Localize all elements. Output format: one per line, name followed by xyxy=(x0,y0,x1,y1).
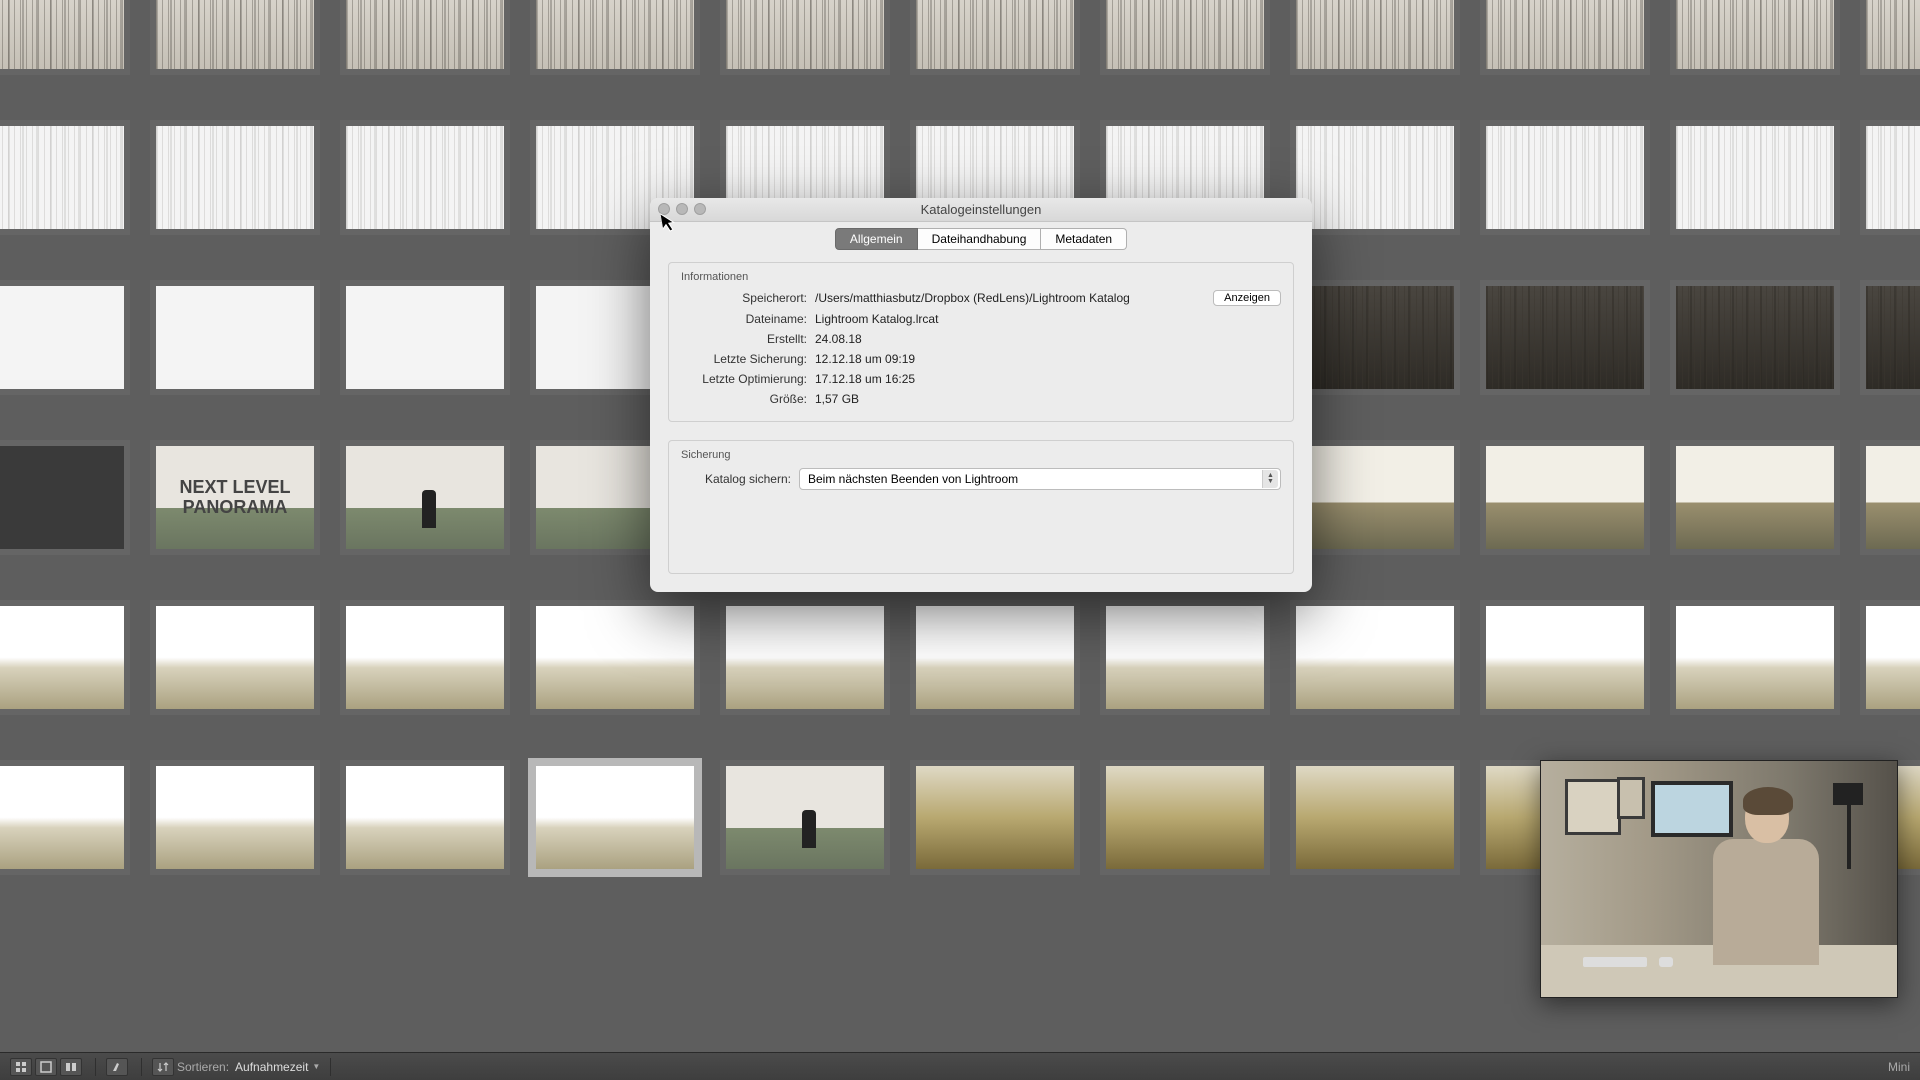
thumbnail[interactable] xyxy=(1670,0,1840,75)
sort-value: Aufnahmezeit xyxy=(235,1060,308,1074)
thumbnail[interactable] xyxy=(910,600,1080,715)
sort-label: Sortieren: xyxy=(177,1060,229,1074)
thumbnail[interactable] xyxy=(720,600,890,715)
thumbnail[interactable] xyxy=(0,0,130,75)
sort-dropdown[interactable]: Aufnahmezeit ▼ xyxy=(235,1060,320,1074)
thumbnail[interactable] xyxy=(1480,120,1650,235)
dialog-title: Katalogeinstellungen xyxy=(921,202,1042,217)
thumbnail[interactable] xyxy=(1670,280,1840,395)
thumbnail[interactable] xyxy=(720,760,890,875)
thumbnail[interactable] xyxy=(150,600,320,715)
thumbnail[interactable] xyxy=(340,440,510,555)
label-groesse: Größe: xyxy=(681,392,807,406)
thumb-text-line: PANORAMA xyxy=(183,498,288,518)
thumbnail[interactable] xyxy=(1670,600,1840,715)
value-groesse: 1,57 GB xyxy=(815,392,1281,406)
thumb-text-line: NEXT LEVEL xyxy=(179,478,290,498)
label-erstellt: Erstellt: xyxy=(681,332,807,346)
thumbnail[interactable] xyxy=(340,600,510,715)
tab-dateihandhabung[interactable]: Dateihandhabung xyxy=(918,228,1042,250)
thumbnail[interactable] xyxy=(340,0,510,75)
thumbnail[interactable] xyxy=(340,280,510,395)
thumbnail[interactable] xyxy=(150,760,320,875)
thumbnail[interactable] xyxy=(150,120,320,235)
thumbnail[interactable] xyxy=(530,600,700,715)
value-letzte-sicherung: 12.12.18 um 09:19 xyxy=(815,352,1281,366)
label-letzte-optimierung: Letzte Optimierung: xyxy=(681,372,807,386)
thumbnail[interactable] xyxy=(910,760,1080,875)
box-title: Sicherung xyxy=(669,449,1293,465)
thumbnail[interactable] xyxy=(1290,280,1460,395)
thumbnail[interactable] xyxy=(150,0,320,75)
thumbnail[interactable] xyxy=(1290,0,1460,75)
loupe-view-button[interactable] xyxy=(35,1058,57,1076)
thumbnail-selected[interactable] xyxy=(530,760,700,875)
chevron-up-down-icon: ▲▼ xyxy=(1262,470,1278,488)
thumbnail[interactable] xyxy=(910,0,1080,75)
box-title: Informationen xyxy=(669,271,1293,287)
chevron-down-icon: ▼ xyxy=(312,1062,320,1071)
information-box: Informationen Speicherort: /Users/matthi… xyxy=(668,262,1294,422)
compare-view-button[interactable] xyxy=(60,1058,82,1076)
grid-view-button[interactable] xyxy=(10,1058,32,1076)
thumbnail[interactable] xyxy=(1670,120,1840,235)
painter-tool-button[interactable] xyxy=(106,1058,128,1076)
thumbnail[interactable] xyxy=(1290,760,1460,875)
thumbnail[interactable] xyxy=(1860,440,1920,555)
close-icon[interactable] xyxy=(658,203,670,215)
thumbnail[interactable] xyxy=(530,0,700,75)
thumbnail[interactable] xyxy=(1860,120,1920,235)
select-value: Beim nächsten Beenden von Lightroom xyxy=(808,472,1018,486)
value-dateiname: Lightroom Katalog.lrcat xyxy=(815,312,1281,326)
thumbnail[interactable] xyxy=(1480,440,1650,555)
thumbnail[interactable] xyxy=(1100,0,1270,75)
titlebar[interactable]: Katalogeinstellungen xyxy=(650,198,1312,222)
tabs: Allgemein Dateihandhabung Metadaten xyxy=(650,222,1312,252)
sicherung-box: Sicherung Katalog sichern: Beim nächsten… xyxy=(668,440,1294,574)
thumbnail[interactable] xyxy=(1480,280,1650,395)
thumbnail[interactable] xyxy=(340,120,510,235)
thumbnail[interactable] xyxy=(1480,0,1650,75)
thumbnail[interactable] xyxy=(1100,600,1270,715)
label-katalog-sichern: Katalog sichern: xyxy=(681,472,791,486)
sort-direction-button[interactable] xyxy=(152,1058,174,1076)
thumbnail[interactable] xyxy=(1290,600,1460,715)
thumbnail[interactable] xyxy=(1480,600,1650,715)
thumbnail[interactable] xyxy=(1290,440,1460,555)
thumbnail[interactable] xyxy=(340,760,510,875)
tab-metadaten[interactable]: Metadaten xyxy=(1041,228,1127,250)
thumbnail[interactable] xyxy=(1860,600,1920,715)
value-speicherort: /Users/matthiasbutz/Dropbox (RedLens)/Li… xyxy=(815,291,1213,305)
thumbnail[interactable] xyxy=(0,280,130,395)
label-speicherort: Speicherort: xyxy=(681,291,807,305)
thumbnail[interactable] xyxy=(0,600,130,715)
zoom-icon[interactable] xyxy=(694,203,706,215)
minimize-icon[interactable] xyxy=(676,203,688,215)
thumbnail[interactable] xyxy=(1860,0,1920,75)
thumbnail[interactable] xyxy=(0,120,130,235)
catalog-settings-dialog: Katalogeinstellungen Allgemein Dateihand… xyxy=(650,198,1312,592)
value-letzte-optimierung: 17.12.18 um 16:25 xyxy=(815,372,1281,386)
thumbnail[interactable]: NEXT LEVELPANORAMA xyxy=(150,440,320,555)
thumbnail-size-label: Mini xyxy=(1888,1060,1910,1074)
thumbnail[interactable] xyxy=(1290,120,1460,235)
thumbnail[interactable] xyxy=(0,760,130,875)
thumbnail[interactable] xyxy=(1860,280,1920,395)
thumbnail[interactable] xyxy=(720,0,890,75)
thumbnail[interactable] xyxy=(1670,440,1840,555)
label-letzte-sicherung: Letzte Sicherung: xyxy=(681,352,807,366)
label-dateiname: Dateiname: xyxy=(681,312,807,326)
filmstrip-toolbar: Sortieren: Aufnahmezeit ▼ Mini xyxy=(0,1052,1920,1080)
thumbnail[interactable] xyxy=(0,440,130,555)
anzeigen-button[interactable]: Anzeigen xyxy=(1213,290,1281,306)
value-erstellt: 24.08.18 xyxy=(815,332,1281,346)
thumbnail[interactable] xyxy=(1100,760,1270,875)
webcam-overlay xyxy=(1540,760,1898,998)
thumbnail[interactable] xyxy=(150,280,320,395)
tab-allgemein[interactable]: Allgemein xyxy=(835,228,918,250)
katalog-sichern-select[interactable]: Beim nächsten Beenden von Lightroom ▲▼ xyxy=(799,468,1281,490)
